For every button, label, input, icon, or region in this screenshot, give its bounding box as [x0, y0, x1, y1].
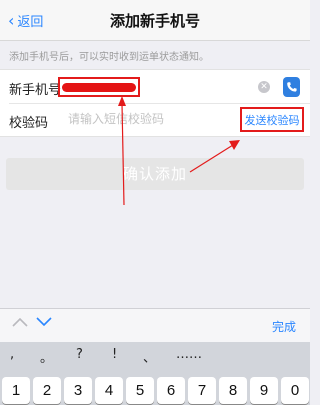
page-title: 添加新手机号 — [109, 12, 200, 30]
phone-label: 新手机号 — [9, 83, 62, 98]
key-0[interactable]: 0 — [281, 377, 309, 404]
key-5[interactable]: 5 — [126, 377, 154, 404]
key-8[interactable]: 8 — [219, 377, 247, 404]
redacted-phone-number — [62, 82, 136, 92]
keyboard-done-button[interactable]: 完成 — [272, 318, 296, 335]
key-punct[interactable]: , — [10, 347, 14, 362]
key-1[interactable]: 1 — [2, 377, 30, 404]
notice-text: 添加手机号后，可以实时收到运单状态通知。 — [9, 52, 209, 63]
punctuation-row: , 。 ? ! 、 …… — [0, 347, 310, 373]
key-9[interactable]: 9 — [250, 377, 278, 404]
phone-input-highlight[interactable] — [58, 77, 140, 97]
key-punct[interactable]: ? — [76, 347, 83, 362]
send-code-label: 发送校验码 — [244, 113, 300, 127]
number-row: 1 2 3 4 5 6 7 8 9 0 — [2, 377, 309, 404]
chevron-up-icon[interactable] — [12, 317, 28, 327]
nav-bar: ‹ 返回 添加新手机号 — [0, 0, 310, 41]
phone-row: 新手机号 ✕ — [0, 70, 310, 103]
keyboard-toolbar: 完成 — [0, 308, 310, 342]
key-punct[interactable]: ! — [112, 347, 117, 362]
phone-form: 新手机号 ✕ 校验码 发送校验码 — [0, 69, 310, 137]
keyboard: , 。 ? ! 、 …… 1 2 3 4 5 6 7 8 9 0 — [0, 342, 310, 405]
annotation-arrowhead-send — [229, 140, 240, 150]
key-2[interactable]: 2 — [33, 377, 61, 404]
phone-handset-icon — [286, 82, 297, 92]
code-input[interactable] — [68, 112, 218, 126]
key-punct[interactable]: 。 — [40, 347, 53, 366]
key-4[interactable]: 4 — [95, 377, 123, 404]
confirm-add-button[interactable]: 确认添加 — [6, 158, 304, 190]
code-label: 校验码 — [9, 116, 49, 131]
key-7[interactable]: 7 — [188, 377, 216, 404]
key-6[interactable]: 6 — [157, 377, 185, 404]
send-code-button[interactable]: 发送校验码 — [240, 107, 304, 132]
key-punct[interactable]: 、 — [143, 347, 156, 366]
clear-icon[interactable]: ✕ — [258, 81, 270, 93]
phone-contacts-icon[interactable] — [283, 77, 300, 97]
chevron-down-icon[interactable] — [36, 317, 52, 327]
key-3[interactable]: 3 — [64, 377, 92, 404]
key-punct[interactable]: …… — [176, 347, 202, 362]
code-row: 校验码 发送校验码 — [0, 103, 310, 136]
